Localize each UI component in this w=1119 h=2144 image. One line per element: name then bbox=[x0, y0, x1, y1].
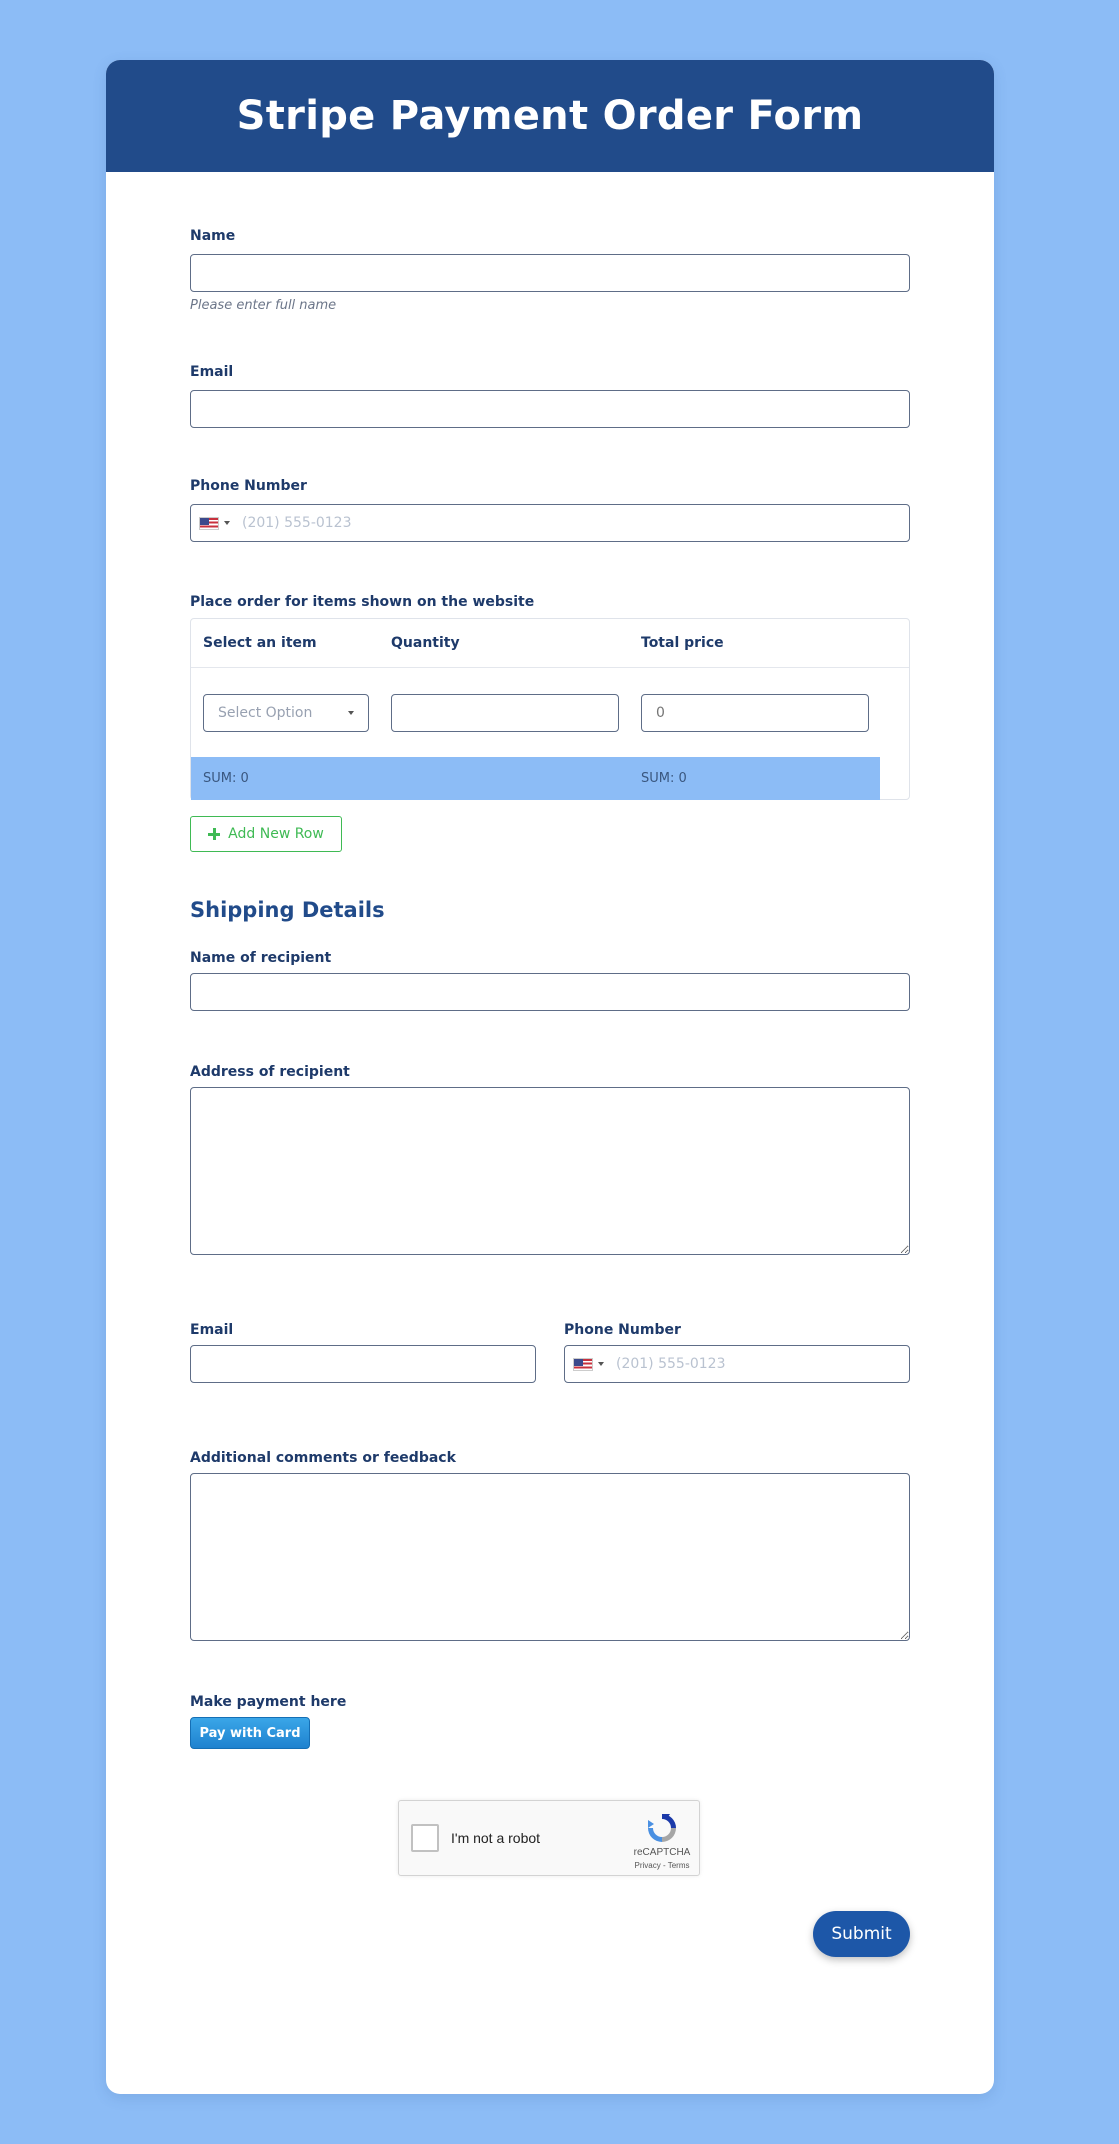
recaptcha-logo-icon bbox=[648, 1814, 676, 1842]
order-label: Place order for items shown on the websi… bbox=[190, 594, 535, 610]
shipping-email-label: Email bbox=[190, 1322, 234, 1338]
quantity-input[interactable] bbox=[391, 694, 619, 732]
us-flag-icon[interactable] bbox=[573, 1357, 593, 1371]
item-select[interactable]: Select Option bbox=[203, 694, 369, 732]
name-input[interactable] bbox=[190, 254, 910, 292]
name-label: Name bbox=[190, 228, 236, 244]
recaptcha-brand: reCAPTCHA bbox=[633, 1847, 691, 1858]
recaptcha-links[interactable]: Privacy - Terms bbox=[629, 1861, 695, 1870]
pay-with-card-label: Pay with Card bbox=[199, 1725, 301, 1741]
recaptcha-text: I'm not a robot bbox=[451, 1830, 541, 1846]
phone-label: Phone Number bbox=[190, 478, 307, 494]
sum-total-price: SUM: 0 bbox=[641, 771, 687, 786]
recipient-address-textarea[interactable] bbox=[190, 1087, 910, 1255]
sum-quantity: SUM: 0 bbox=[203, 771, 249, 786]
form-header: Stripe Payment Order Form bbox=[106, 60, 994, 172]
phone-input[interactable]: (201) 555-0123 bbox=[190, 504, 910, 542]
shipping-phone-input[interactable]: (201) 555-0123 bbox=[564, 1345, 910, 1383]
phone-placeholder: (201) 555-0123 bbox=[242, 515, 352, 531]
order-table: Select an item Quantity Total price Sele… bbox=[190, 618, 910, 800]
sum-row: SUM: 0 SUM: 0 bbox=[191, 757, 880, 800]
form-card: Stripe Payment Order Form Name Please en… bbox=[106, 60, 994, 2094]
us-flag-icon[interactable] bbox=[199, 516, 219, 530]
recipient-name-input[interactable] bbox=[190, 973, 910, 1011]
payment-label: Make payment here bbox=[190, 1694, 347, 1710]
chevron-down-icon bbox=[348, 711, 354, 715]
add-new-row-label: Add New Row bbox=[228, 826, 324, 842]
table-divider bbox=[191, 667, 909, 668]
submit-button[interactable]: Submit bbox=[813, 1911, 910, 1957]
shipping-section-title: Shipping Details bbox=[190, 898, 385, 922]
recaptcha-widget: I'm not a robot reCAPTCHA Privacy - Term… bbox=[398, 1800, 700, 1876]
comments-label: Additional comments or feedback bbox=[190, 1450, 456, 1466]
add-new-row-button[interactable]: Add New Row bbox=[190, 816, 342, 852]
column-header-quantity: Quantity bbox=[391, 635, 460, 651]
column-header-item: Select an item bbox=[203, 635, 317, 651]
plus-icon bbox=[208, 828, 221, 840]
total-price-input[interactable] bbox=[641, 694, 869, 732]
shipping-email-input[interactable] bbox=[190, 1345, 536, 1383]
chevron-down-icon[interactable] bbox=[598, 1362, 604, 1366]
email-label: Email bbox=[190, 364, 234, 380]
comments-textarea[interactable] bbox=[190, 1473, 910, 1641]
email-input[interactable] bbox=[190, 390, 910, 428]
column-header-total: Total price bbox=[641, 635, 724, 651]
submit-label: Submit bbox=[831, 1924, 892, 1944]
form-title: Stripe Payment Order Form bbox=[236, 93, 864, 139]
recaptcha-checkbox[interactable] bbox=[411, 1824, 439, 1852]
recipient-address-label: Address of recipient bbox=[190, 1064, 350, 1080]
pay-with-card-button[interactable]: Pay with Card bbox=[190, 1717, 310, 1749]
shipping-phone-label: Phone Number bbox=[564, 1322, 681, 1338]
shipping-phone-placeholder: (201) 555-0123 bbox=[616, 1356, 726, 1372]
item-select-placeholder: Select Option bbox=[218, 705, 313, 721]
recipient-name-label: Name of recipient bbox=[190, 950, 332, 966]
name-hint: Please enter full name bbox=[190, 298, 337, 313]
chevron-down-icon[interactable] bbox=[224, 521, 230, 525]
